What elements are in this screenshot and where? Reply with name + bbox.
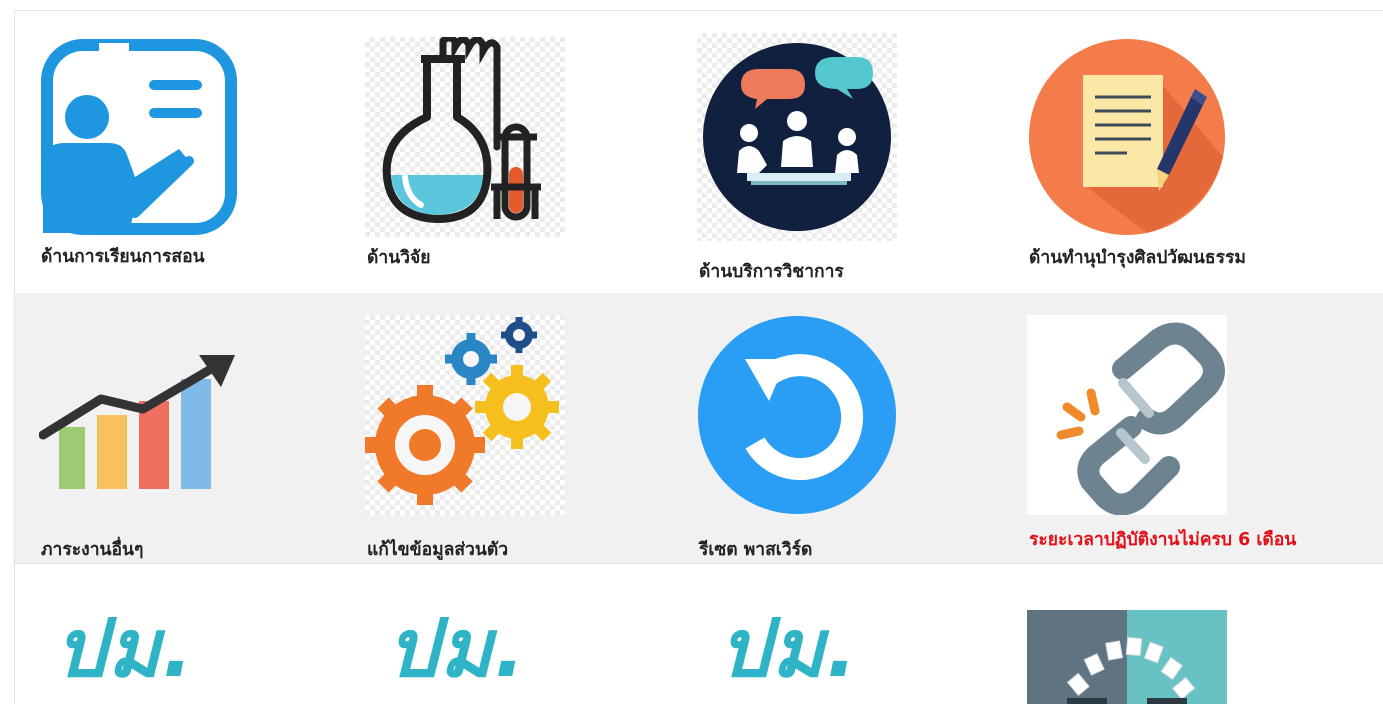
laboratory-flask-icon [365,34,565,237]
menu-label-other-workload: ภาระงานอื่นๆ [41,540,144,560]
document-arc-icon [1027,610,1227,704]
menu-tile-other-workload[interactable]: ภาระงานอื่นๆ [39,315,279,560]
menu-tile-teaching[interactable]: ด้านการเรียนการสอน [39,37,279,277]
growth-chart-icon [39,355,235,489]
menu-tile-documents[interactable] [1027,610,1227,704]
menu-tile-pm-2[interactable]: ปม. [387,604,607,694]
menu-tile-reset-password[interactable]: รีเซต พาสเวิร์ด [697,315,937,560]
menu-tile-under-six-months[interactable]: ระยะเวลาปฏิบัติงานไม่ครบ 6 เดือน [1027,315,1377,555]
menu-label-academic-service: ด้านบริการวิชาการ [699,262,844,282]
meeting-discussion-icon [697,33,897,241]
broken-chain-icon [1027,315,1227,516]
menu-label-teaching: ด้านการเรียนการสอน [41,247,205,267]
document-pen-icon [1029,39,1225,235]
menu-tile-academic-service[interactable]: ด้านบริการวิชาการ [697,33,937,283]
reset-arrow-icon [698,316,896,514]
menu-tile-culture[interactable]: ด้านทำนุบำรุงศิลปวัฒนธรรม [1027,37,1347,277]
menu-label-edit-profile: แก้ไขข้อมูลส่วนตัว [367,540,509,560]
menu-row-3: ปม. ปม. ปม. [15,563,1383,704]
menu-label-research: ด้านวิจัย [367,248,431,268]
menu-grid: ด้านการเรียนการสอน ด้านวิจัย ด้านบริการว… [14,10,1383,704]
pm-logo: ปม. [719,602,859,695]
pm-logo: ปม. [387,602,527,695]
gears-icon [365,315,565,515]
menu-row-1: ด้านการเรียนการสอน ด้านวิจัย ด้านบริการว… [15,11,1383,293]
menu-label-reset-password: รีเซต พาสเวิร์ด [699,540,813,560]
menu-tile-research[interactable]: ด้านวิจัย [365,34,605,277]
menu-label-under-six-months: ระยะเวลาปฏิบัติงานไม่ครบ 6 เดือน [1029,530,1297,550]
teacher-presentation-icon [41,39,237,235]
menu-tile-edit-profile[interactable]: แก้ไขข้อมูลส่วนตัว [365,315,605,560]
menu-label-culture: ด้านทำนุบำรุงศิลปวัฒนธรรม [1029,248,1246,268]
pm-logo: ปม. [55,602,195,695]
menu-tile-pm-3[interactable]: ปม. [719,604,939,694]
menu-tile-pm-1[interactable]: ปม. [55,604,275,694]
menu-row-2: ภาระงานอื่นๆ แก้ไขข้อมูลส่วนตัว รีเซต พา… [15,293,1383,563]
